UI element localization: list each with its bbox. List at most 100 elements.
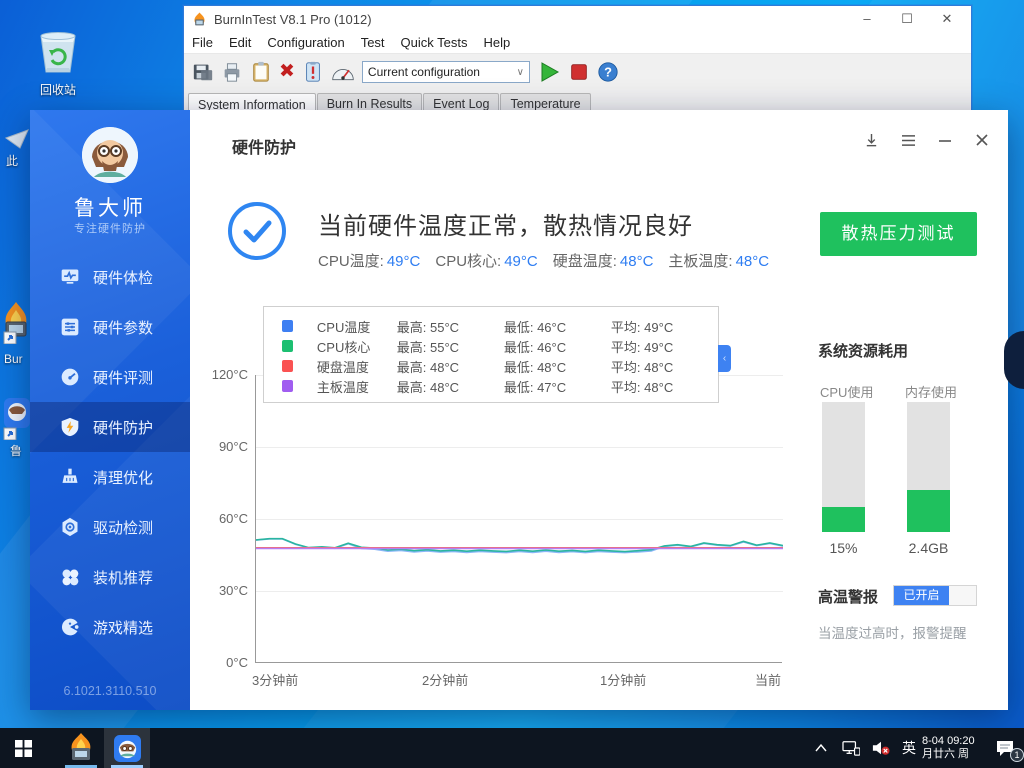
menu-help[interactable]: Help (475, 35, 518, 50)
avatar[interactable] (82, 127, 138, 183)
main-menu-icon[interactable] (900, 132, 916, 148)
y-tick-90: 90°C (196, 439, 248, 454)
minimize-icon[interactable] (937, 132, 953, 148)
alarm-title: 高温警报 (818, 586, 878, 607)
sidebar-menu: 硬件体检 硬件参数 硬件评测 硬件防护 清理优化 (30, 252, 190, 652)
burnintest-maximize-button[interactable]: ☐ (887, 6, 927, 32)
sidebar-item-label: 清理优化 (93, 467, 153, 488)
burnintest-minimize-button[interactable]: – (847, 6, 887, 32)
start-button[interactable] (0, 728, 46, 768)
delete-icon[interactable]: ✖ (279, 62, 295, 82)
menu-configuration[interactable]: Configuration (259, 35, 352, 50)
ludashi-task-icon (114, 735, 141, 762)
nut-icon (60, 517, 80, 537)
help-icon[interactable]: ? (597, 61, 619, 83)
y-tick-120: 120°C (196, 367, 248, 382)
burnintest-shortcut-icon[interactable] (2, 302, 30, 347)
sidebar-item-driver-check[interactable]: 驱动检测 (30, 502, 190, 552)
sidebar-item-cleanup[interactable]: 清理优化 (30, 452, 190, 502)
gauge-icon[interactable] (331, 62, 355, 82)
ludashi-shortcut-icon[interactable] (2, 398, 30, 443)
temperature-chart (255, 375, 782, 663)
legend-swatch (282, 320, 293, 332)
print-icon[interactable] (221, 61, 243, 83)
menu-quick-tests[interactable]: Quick Tests (393, 35, 476, 50)
metric-label: 主板温度: (668, 253, 732, 270)
temperature-metrics: CPU温度:49°C CPU核心:49°C 硬盘温度:48°C 主板温度:48°… (318, 250, 769, 271)
ludashi-shortcut-label: 鲁 (10, 442, 22, 459)
legend-swatch (282, 340, 293, 352)
close-icon[interactable] (974, 132, 990, 148)
status-check-icon (228, 202, 286, 260)
configuration-dropdown[interactable]: Current configuration ∨ (362, 61, 530, 83)
legend-name: 硬盘温度 (317, 357, 397, 376)
sidebar-item-hardware-checkup[interactable]: 硬件体检 (30, 252, 190, 302)
desktop-edge-icons: 此 Bur 鲁 (0, 120, 30, 600)
play-icon[interactable] (537, 60, 561, 84)
cpu-usage-fill (822, 507, 865, 532)
sidebar-item-hardware-specs[interactable]: 硬件参数 (30, 302, 190, 352)
memory-usage-value: 2.4GB (907, 540, 950, 556)
system-tray: 英 8-04 09:20 月廿六 周 1 (806, 728, 1024, 768)
menu-file[interactable]: File (184, 35, 221, 50)
stress-test-button[interactable]: 散热压力测试 (820, 212, 977, 256)
notification-center-icon[interactable]: 1 (986, 728, 1024, 768)
x-tick-2min: 2分钟前 (422, 670, 468, 689)
metric-label: CPU温度: (318, 253, 384, 270)
legend-collapse-button[interactable]: ‹ (718, 345, 731, 372)
burnintest-menubar: File Edit Configuration Test Quick Tests… (184, 32, 971, 54)
app-version: 6.1021.3110.510 (30, 684, 190, 698)
pacman-icon (60, 617, 80, 637)
tray-chevron-up-icon[interactable] (806, 728, 836, 768)
burnintest-app-icon (192, 12, 207, 27)
ime-indicator[interactable]: 英 (896, 728, 922, 768)
sidebar-item-label: 硬件体检 (93, 267, 153, 288)
legend-swatch (282, 360, 293, 372)
metric-label: CPU核心: (435, 253, 501, 270)
taskbar-ludashi[interactable] (104, 728, 150, 768)
network-icon[interactable] (836, 728, 866, 768)
sidebar-item-hardware-protection[interactable]: 硬件防护 (30, 402, 190, 452)
alarm-description: 当温度过高时，报警提醒 (818, 622, 967, 642)
legend-swatch (282, 380, 293, 392)
sidebar-item-label: 硬件防护 (93, 417, 153, 438)
memory-usage-label: 内存使用 (905, 382, 957, 401)
clipboard-icon[interactable] (250, 61, 272, 83)
download-icon[interactable] (863, 132, 879, 148)
burnintest-toolbar: ✖ Current configuration ∨ ? (184, 54, 971, 90)
this-pc-icon[interactable] (4, 128, 30, 153)
ludashi-sidebar: 鲁大师 专注硬件防护 硬件体检 硬件参数 硬件评测 硬件防护 (30, 110, 190, 710)
burnintest-task-icon (67, 733, 95, 763)
taskbar-burnintest[interactable] (58, 728, 104, 768)
gauge-icon (60, 367, 80, 387)
metric-value: 49°C (387, 253, 421, 270)
sidebar-item-game-picks[interactable]: 游戏精选 (30, 602, 190, 652)
configuration-dropdown-value: Current configuration (368, 65, 480, 79)
stop-icon[interactable] (568, 61, 590, 83)
floating-ball[interactable] (1004, 331, 1024, 389)
metric-value: 49°C (504, 253, 538, 270)
menu-test[interactable]: Test (353, 35, 393, 50)
legend-name: CPU核心 (317, 337, 397, 356)
cpu-usage-label: CPU使用 (820, 382, 873, 401)
sidebar-item-build-recommendation[interactable]: 装机推荐 (30, 552, 190, 602)
burnintest-titlebar[interactable]: BurnInTest V8.1 Pro (1012) – ☐ ✕ (184, 6, 971, 32)
alarm-toggle-state: 已开启 (894, 586, 949, 605)
test-preferences-icon[interactable] (302, 61, 324, 83)
menu-edit[interactable]: Edit (221, 35, 259, 50)
recycle-bin-icon[interactable]: 回收站 (22, 28, 94, 98)
sidebar-item-label: 硬件参数 (93, 317, 153, 338)
clover-grid-icon (60, 567, 80, 587)
sidebar-item-hardware-benchmark[interactable]: 硬件评测 (30, 352, 190, 402)
sliders-icon (60, 317, 80, 337)
sidebar-item-label: 硬件评测 (93, 367, 153, 388)
alarm-toggle[interactable]: 已开启 (893, 585, 977, 606)
legend-row: CPU核心 最高: 55°C 最低: 46°C 平均: 49°C (282, 336, 718, 356)
burnintest-close-button[interactable]: ✕ (927, 6, 967, 32)
broom-icon (60, 467, 80, 487)
volume-muted-icon[interactable] (866, 728, 896, 768)
taskbar-clock[interactable]: 8-04 09:20 月廿六 周 (922, 735, 986, 761)
save-icon[interactable] (192, 61, 214, 83)
x-tick-1min: 1分钟前 (600, 670, 646, 689)
app-tagline: 专注硬件防护 (30, 220, 190, 236)
